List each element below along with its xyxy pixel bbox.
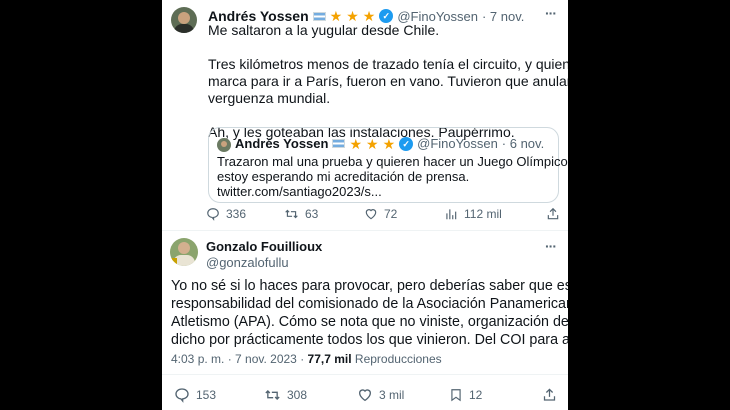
- reply-button[interactable]: 336: [206, 207, 246, 221]
- share-button[interactable]: [542, 387, 557, 403]
- reply-count: 336: [226, 207, 247, 221]
- tweet-text: Me saltaron a la yugular desde Chile. Tr…: [208, 22, 568, 141]
- more-options-button[interactable]: ···: [545, 238, 557, 254]
- reply-line: Yo no sé si lo haces para provocar, pero…: [171, 278, 568, 294]
- heart-icon: [365, 209, 377, 220]
- views-count: 77,7 mil: [307, 352, 352, 366]
- quote-line: estoy esperando mi acreditación de prens…: [217, 169, 470, 184]
- views-count: 112 mil: [464, 207, 502, 221]
- tweet-panel: Andrés Yossen ★ ★ ★ ✓ @FinoYossen · 7 no…: [162, 0, 568, 410]
- star-icon: ★: [382, 135, 396, 152]
- views-label: Reproducciones: [354, 352, 442, 366]
- star-icon: ★: [346, 8, 359, 24]
- quote-text: Trazaron mal una prueba y quieren hacer …: [217, 154, 568, 199]
- star-icon: ★: [329, 8, 343, 24]
- reply-text: Yo no sé si lo haces para provocar, pero…: [171, 277, 568, 349]
- argentina-flag-icon: [332, 139, 346, 148]
- more-options-button[interactable]: ···: [545, 5, 557, 21]
- quote-author-name: Andrés Yossen: [235, 136, 329, 151]
- quote-header: Andrés Yossen ★ ★ ★ ✓ @FinoYossen · 6 no…: [235, 136, 544, 151]
- verified-badge-icon: ✓: [399, 136, 414, 151]
- quote-date: · 6 nov.: [501, 136, 545, 151]
- like-count: 72: [384, 207, 398, 221]
- author-avatar[interactable]: [171, 7, 197, 33]
- timestamp[interactable]: 4:03 p. m. · 7 nov. 2023 ·: [171, 352, 304, 366]
- star-icon: ★: [349, 135, 363, 152]
- bookmark-button[interactable]: 12: [449, 387, 482, 403]
- views-chart-icon: [446, 209, 457, 220]
- share-button[interactable]: [546, 207, 560, 221]
- retweet-count: 63: [305, 207, 319, 221]
- metadata-divider: [162, 374, 568, 375]
- tweet-line: marca para ir a París, fueron en vano. T…: [208, 73, 568, 89]
- verified-badge-icon: ✓: [379, 9, 394, 23]
- reply-line: dicho por prácticamente todos los que vi…: [171, 332, 568, 348]
- author-name[interactable]: Gonzalo Fouillioux: [206, 239, 322, 254]
- reply-line: Atletismo (APA). Cómo se nota que no vin…: [171, 314, 568, 330]
- reply-button[interactable]: 153: [174, 387, 216, 403]
- star-icon: ★: [366, 135, 379, 152]
- argentina-flag-icon: [312, 11, 326, 21]
- like-button[interactable]: 3 mil: [357, 387, 404, 403]
- retweet-icon: [265, 390, 280, 400]
- share-icon: [543, 388, 556, 401]
- star-icon: ★: [362, 8, 376, 24]
- bookmark-count: 12: [469, 388, 483, 402]
- tweet-line: Me saltaron a la yugular desde Chile.: [208, 22, 440, 38]
- views-button[interactable]: 112 mil: [444, 207, 502, 221]
- heart-icon: [358, 389, 372, 402]
- tweet-divider: [162, 230, 568, 231]
- reply-icon: [207, 208, 219, 221]
- reply-count: 153: [196, 388, 217, 402]
- retweet-button[interactable]: 63: [284, 207, 318, 221]
- share-icon: [547, 207, 559, 220]
- tweet-line: verguenza mundial.: [208, 90, 331, 106]
- author-avatar[interactable]: [170, 238, 198, 266]
- quoted-tweet[interactable]: Andrés Yossen ★ ★ ★ ✓ @FinoYossen · 6 no…: [208, 127, 568, 203]
- like-button[interactable]: 72: [364, 207, 397, 221]
- like-count: 3 mil: [379, 388, 405, 402]
- bookmark-icon: [451, 389, 461, 402]
- tweet-metadata: 4:03 p. m. · 7 nov. 2023 · 77,7 mil Repr…: [171, 352, 442, 366]
- retweet-icon: [285, 209, 298, 219]
- quote-author-handle: @FinoYossen: [417, 136, 498, 151]
- reply-line: responsabilidad del comisionado de la As…: [171, 296, 568, 312]
- quote-line: Trazaron mal una prueba y quieren hacer …: [217, 154, 568, 169]
- retweet-count: 308: [287, 388, 308, 402]
- quote-author-avatar: [217, 138, 231, 152]
- quote-link[interactable]: twitter.com/santiago2023/s...: [217, 184, 552, 199]
- author-handle[interactable]: @gonzalofullu: [206, 255, 289, 270]
- retweet-button[interactable]: 308: [264, 387, 307, 403]
- reply-icon: [175, 388, 189, 403]
- tweet-line: Tres kilómetros menos de trazado tenía e…: [208, 56, 568, 72]
